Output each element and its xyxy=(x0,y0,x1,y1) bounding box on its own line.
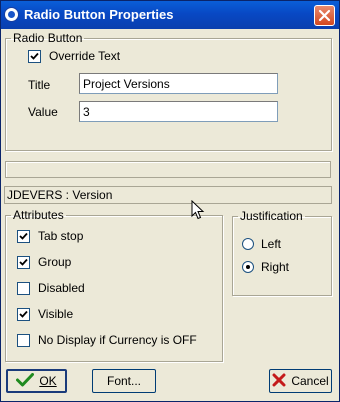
checkmark-icon xyxy=(19,310,28,318)
visible-checkbox-row[interactable]: Visible xyxy=(17,307,73,321)
justify-right-radio[interactable] xyxy=(242,261,254,273)
disabled-checkbox-row[interactable]: Disabled xyxy=(17,281,85,295)
radio-button-group-legend: Radio Button xyxy=(13,31,83,45)
disabled-label: Disabled xyxy=(38,281,85,295)
disabled-checkbox[interactable] xyxy=(17,281,30,295)
visible-label: Visible xyxy=(38,307,74,321)
no-display-currency-checkbox-row[interactable]: No Display if Currency is OFF xyxy=(17,333,197,347)
close-button[interactable] xyxy=(314,5,335,26)
cancel-x-icon xyxy=(272,373,286,390)
title-label: Title xyxy=(28,78,51,92)
checkmark-icon xyxy=(19,258,28,266)
window-title: Radio Button Properties xyxy=(24,7,174,22)
value-label: Value xyxy=(28,105,58,119)
justification-group-legend: Justification xyxy=(240,209,303,223)
override-text-label: Override Text xyxy=(49,49,121,63)
title-input[interactable] xyxy=(79,73,278,94)
checkmark-icon xyxy=(16,372,35,390)
close-icon xyxy=(318,9,331,22)
tab-stop-checkbox[interactable] xyxy=(17,229,30,243)
override-text-checkbox[interactable] xyxy=(28,49,41,63)
group-checkbox-row[interactable]: Group xyxy=(17,255,71,269)
visible-checkbox[interactable] xyxy=(17,307,30,321)
no-display-currency-checkbox[interactable] xyxy=(17,333,30,347)
value-input[interactable] xyxy=(79,101,278,122)
justify-right-radio-row[interactable]: Right xyxy=(242,260,289,274)
justification-group: Justification xyxy=(232,209,332,296)
justify-left-radio-row[interactable]: Left xyxy=(242,237,281,251)
tab-stop-checkbox-row[interactable]: Tab stop xyxy=(17,229,83,243)
justify-right-label: Right xyxy=(261,260,290,274)
title-bar[interactable]: Radio Button Properties xyxy=(1,1,339,29)
dialog-window: Radio Button Properties Radio Button Ove… xyxy=(0,0,340,402)
no-display-currency-label: No Display if Currency is OFF xyxy=(38,333,197,347)
group-checkbox[interactable] xyxy=(17,255,30,269)
mouse-pointer-icon xyxy=(191,200,205,220)
data-item-status: JDEVERS : Version xyxy=(4,186,332,204)
tab-stop-label: Tab stop xyxy=(38,229,84,243)
ok-label: OK xyxy=(39,374,57,388)
font-button[interactable]: Font... xyxy=(92,369,156,393)
cancel-label: Cancel xyxy=(291,374,329,388)
justify-left-radio[interactable] xyxy=(242,238,254,250)
font-label: Font... xyxy=(106,374,141,388)
app-icon xyxy=(4,7,19,22)
checkmark-icon xyxy=(19,232,28,240)
justify-left-label: Left xyxy=(261,237,282,251)
checkmark-icon xyxy=(30,52,39,60)
separator-panel xyxy=(5,161,331,178)
group-label: Group xyxy=(38,255,72,269)
cancel-button[interactable]: Cancel xyxy=(269,369,332,393)
attributes-group-legend: Attributes xyxy=(13,208,64,222)
override-text-checkbox-row[interactable]: Override Text xyxy=(28,49,120,63)
ok-button[interactable]: OK xyxy=(6,369,67,393)
